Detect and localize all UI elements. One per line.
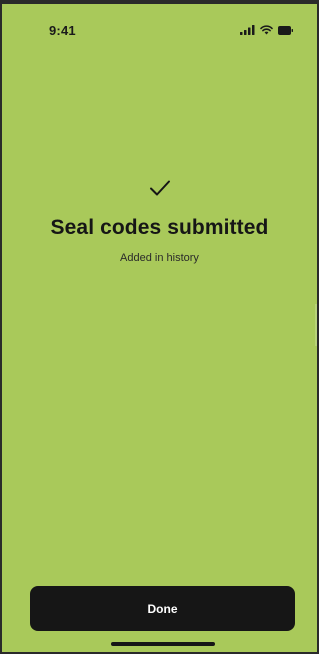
status-bar: 9:41: [2, 4, 317, 48]
checkmark-icon: [2, 179, 317, 197]
cellular-signal-icon: [240, 25, 255, 35]
confirmation-title: Seal codes submitted: [50, 216, 269, 239]
phone-screen: 9:41 Seal codes submitted Added in histo…: [0, 0, 319, 654]
wifi-icon: [260, 25, 273, 35]
confirmation-block: Seal codes submitted Added in history: [2, 179, 317, 264]
battery-icon: [278, 25, 293, 35]
home-indicator[interactable]: [111, 642, 215, 646]
scrollbar: [315, 304, 317, 346]
confirmation-subtitle: Added in history: [120, 252, 199, 264]
status-time: 9:41: [49, 23, 76, 38]
status-icons: [240, 25, 293, 35]
done-button[interactable]: Done: [30, 586, 295, 631]
